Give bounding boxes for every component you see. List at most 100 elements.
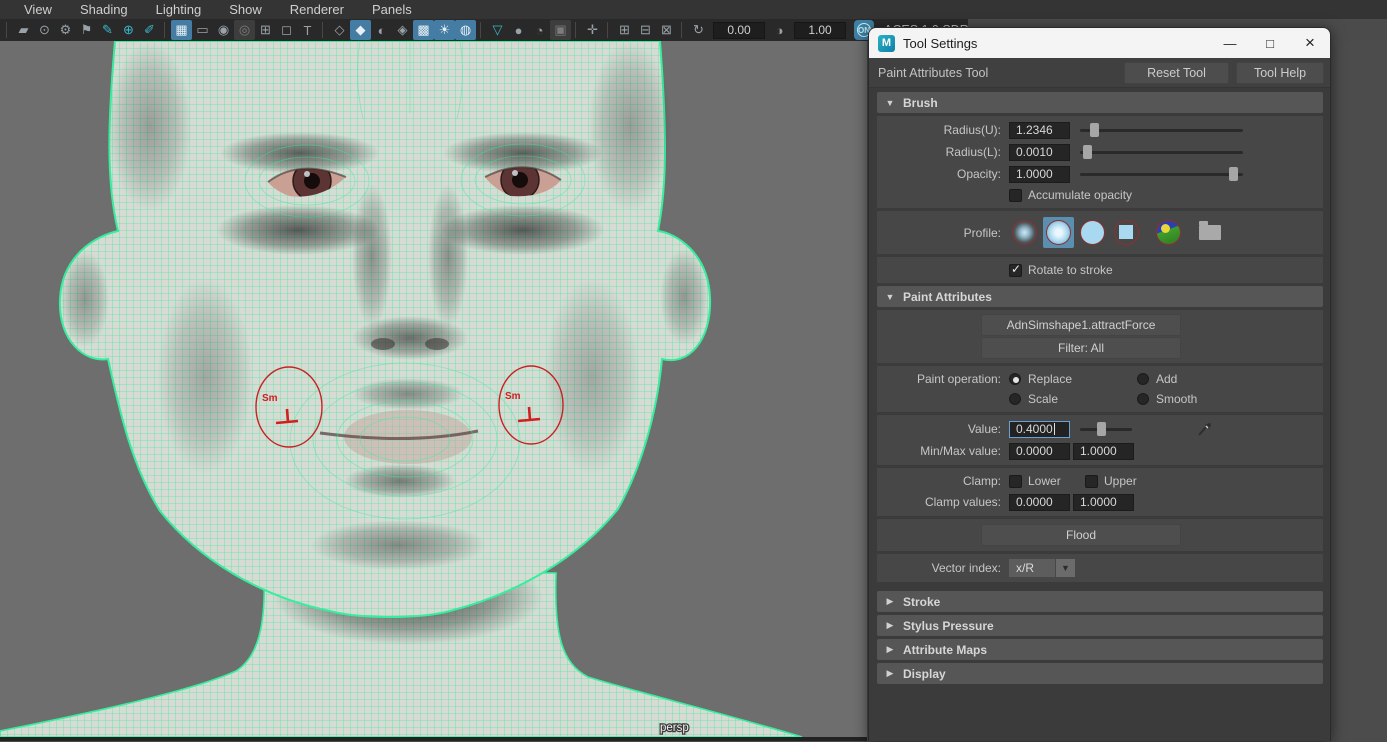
value-label: Value: [877,422,1009,436]
rotate-to-stroke-checkbox[interactable] [1009,264,1022,277]
value-input[interactable]: 0.4000 [1009,421,1070,438]
grease-pencil-icon[interactable]: ✐ [139,20,160,40]
menu-lighting[interactable]: Lighting [142,2,216,17]
motion-blur-icon[interactable]: ◔ [529,20,550,40]
accumulate-opacity-checkbox[interactable] [1009,189,1022,202]
camera-attributes-icon[interactable]: ⚙ [55,20,76,40]
exposure-icon[interactable]: ↻ [688,20,709,40]
section-header-stylus-pressure[interactable]: ▶Stylus Pressure [877,615,1323,636]
ground-shadow-icon[interactable]: ▽ [487,20,508,40]
safe-title-icon[interactable]: T [297,20,318,40]
wireframe-icon[interactable]: ◇ [329,20,350,40]
toolbar-separator [480,22,483,38]
profile-soft-icon[interactable] [1043,217,1074,248]
isolate-select-icon[interactable]: ▣ [550,20,571,40]
shadows-icon[interactable]: ◍ [455,20,476,40]
window-title: Tool Settings [903,36,1210,51]
menu-show[interactable]: Show [215,2,276,17]
radius-u-input[interactable]: 1.2346 [1009,122,1070,139]
default-lighting-icon[interactable]: ☀ [434,20,455,40]
radius-u-slider[interactable] [1080,122,1243,138]
opacity-input[interactable]: 1.0000 [1009,166,1070,183]
select-cursor-icon[interactable]: ✛ [582,20,603,40]
use-all-lights-icon[interactable]: ▩ [413,20,434,40]
value-slider[interactable] [1080,421,1132,437]
menu-shading[interactable]: Shading [66,2,142,17]
collapse-arrow-icon: ▶ [877,668,903,679]
copy-region-icon[interactable]: ⊞ [614,20,635,40]
radius-l-input[interactable]: 0.0010 [1009,144,1070,161]
gamma-icon[interactable]: ◑ [769,20,790,40]
section-header-display[interactable]: ▶Display [877,663,1323,684]
browse-profile-folder-icon[interactable] [1199,225,1221,240]
gate-mask-icon[interactable]: ◎ [234,20,255,40]
radius-l-slider[interactable] [1080,144,1243,160]
viewport-canvas: Sm Sm persp [0,41,867,737]
clamp-lower-checkbox[interactable] [1009,475,1022,488]
viewport-bottom-edge [0,737,867,741]
profile-gaussian-icon[interactable] [1009,217,1040,248]
menu-renderer[interactable]: Renderer [276,2,358,17]
clamp-min-input[interactable]: 0.0000 [1009,494,1070,511]
brush-mode-label: Sm [505,391,521,402]
smooth-radio[interactable] [1137,393,1149,405]
bookmark-icon[interactable]: ⚑ [76,20,97,40]
film-gate-icon[interactable]: ▭ [192,20,213,40]
viewport[interactable]: Sm Sm persp [0,41,867,737]
menu-view[interactable]: View [10,2,66,17]
flood-button[interactable]: Flood [981,524,1181,546]
grid-icon[interactable]: ▦ [171,20,192,40]
viewport-toolbar: ▰⊙⚙⚑✎⊕✐▦▭◉◎⊞◻T◇◆◐◈▩☀◍▽●◔▣✛⊞⊟⊠↻0.00◑1.00O… [0,19,968,41]
highlight-icon[interactable]: ◐ [371,20,392,40]
menu-panels[interactable]: Panels [358,2,426,17]
profile-label: Profile: [877,226,1009,240]
section-header-brush[interactable]: ▼ Brush [877,92,1323,113]
toolbar-separator [607,22,610,38]
textured-icon[interactable]: ◈ [392,20,413,40]
minimize-button[interactable]: — [1210,28,1250,58]
filter-button[interactable]: Filter: All [981,337,1181,359]
image-plane-icon[interactable]: ✎ [97,20,118,40]
close-button[interactable]: × [1290,28,1330,58]
eyedropper-icon[interactable] [1196,420,1214,438]
occlusion-sphere-icon[interactable]: ● [508,20,529,40]
tool-help-button[interactable]: Tool Help [1236,62,1324,84]
shaded-icon[interactable]: ◆ [350,20,371,40]
attribute-select-button[interactable]: AdnSimshape1.attractForce [981,314,1181,336]
resolution-gate-icon[interactable]: ◉ [213,20,234,40]
rotate-to-stroke-label: Rotate to stroke [1028,263,1113,277]
paste-region-icon[interactable]: ⊟ [635,20,656,40]
toolbar-separator [322,22,325,38]
snapshot-icon[interactable]: ⊠ [656,20,677,40]
section-header-attribute-maps[interactable]: ▶Attribute Maps [877,639,1323,660]
lock-camera-icon[interactable]: ⊙ [34,20,55,40]
exposure-input[interactable]: 0.00 [713,22,765,39]
window-titlebar[interactable]: M Tool Settings — □ × [869,28,1330,58]
section-header-stroke[interactable]: ▶Stroke [877,591,1323,612]
profile-solid-icon[interactable] [1077,217,1108,248]
profile-image-icon[interactable] [1153,217,1184,248]
safe-action-icon[interactable]: ◻ [276,20,297,40]
clamp-max-input[interactable]: 1.0000 [1073,494,1134,511]
profile-square-icon[interactable] [1111,217,1142,248]
vector-index-dropdown[interactable]: x/R ▼ [1009,559,1075,577]
section-header-paint-attributes[interactable]: ▼ Paint Attributes [877,286,1323,307]
max-value-input[interactable]: 1.0000 [1073,443,1134,460]
gamma-input[interactable]: 1.00 [794,22,846,39]
min-value-input[interactable]: 0.0000 [1009,443,1070,460]
reset-tool-button[interactable]: Reset Tool [1124,62,1229,84]
opacity-slider[interactable] [1080,166,1243,182]
replace-radio[interactable] [1009,373,1021,385]
camera-icon[interactable]: ▰ [13,20,34,40]
add-label: Add [1156,372,1177,386]
maximize-button[interactable]: □ [1250,28,1290,58]
head-mesh [0,41,802,737]
pan-zoom-icon[interactable]: ⊕ [118,20,139,40]
add-radio[interactable] [1137,373,1149,385]
maya-logo-icon: M [878,35,895,52]
scale-label: Scale [1028,392,1058,406]
paint-operation-label: Paint operation: [877,372,1009,386]
clamp-upper-checkbox[interactable] [1085,475,1098,488]
scale-radio[interactable] [1009,393,1021,405]
field-chart-icon[interactable]: ⊞ [255,20,276,40]
